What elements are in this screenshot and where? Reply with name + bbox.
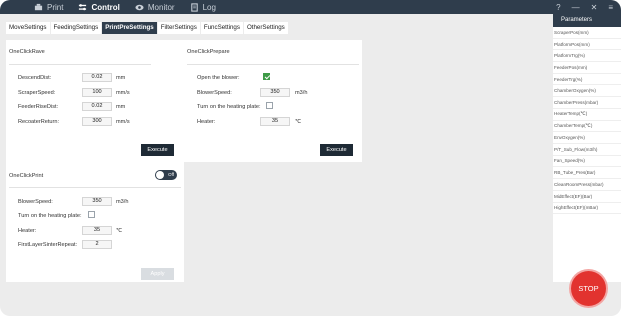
one-click-rave-title: OneClickRave [9, 49, 45, 55]
app-window: Print Control Monitor Log ? — ✕ ≡ MoveSe… [0, 0, 621, 316]
tab-print-pre-settings[interactable]: PrintPreSettings [102, 22, 157, 34]
rave-execute-button[interactable]: Execute [141, 144, 174, 156]
close-icon[interactable]: ✕ [591, 3, 598, 12]
prepare-heater-input[interactable]: 35 [260, 117, 290, 126]
divider [9, 64, 151, 65]
nav-monitor-label: Monitor [147, 2, 175, 12]
param-item: P/T_Sub_Flow(m3/h) [553, 144, 621, 156]
descend-dist-unit: mm [116, 75, 126, 81]
scraper-speed-label: ScraperSpeed: [18, 90, 56, 96]
print-blower-speed-unit: m3/h [116, 199, 129, 205]
param-item: ScraperPos(mm) [553, 27, 621, 39]
divider [9, 187, 181, 188]
param-item: ChamberOxygen(%) [553, 85, 621, 98]
nav-control-label: Control [91, 2, 120, 12]
print-heating-plate-label: Turn on the heating plate: [18, 213, 82, 219]
first-layer-sinter-repeat-label: FirstLayerSinterRepeat: [18, 242, 78, 248]
log-icon [190, 2, 198, 12]
print-heater-unit: ℃ [116, 228, 123, 234]
open-blower-checkbox[interactable] [263, 73, 270, 80]
minimize-icon[interactable]: — [572, 3, 580, 12]
prepare-heating-plate-checkbox[interactable] [266, 102, 273, 109]
print-icon [34, 3, 43, 10]
nav-print[interactable]: Print [34, 0, 63, 14]
param-item: HighEffect(EF)(mBar) [553, 203, 621, 215]
print-heating-plate-checkbox[interactable] [88, 211, 95, 218]
one-click-print-title: OneClickPrint [9, 173, 44, 179]
recoater-return-label: RecoaterReturn: [18, 119, 60, 125]
content-area: OneClickRave DescendDist: 0.02 mm Scrape… [6, 36, 549, 288]
one-click-print-toggle[interactable]: Off [155, 170, 177, 180]
tab-other-settings[interactable]: OtherSettings [243, 22, 288, 34]
prepare-blower-speed-label: BlowerSpeed: [197, 90, 232, 96]
window-controls: ? — ✕ ≡ [545, 0, 613, 14]
tab-func-settings[interactable]: FuncSettings [200, 22, 243, 34]
nav-print-label: Print [47, 2, 64, 12]
toggle-label: Off [168, 172, 174, 177]
nav-monitor[interactable]: Monitor [135, 0, 175, 14]
tab-feeding-settings[interactable]: FeedingSettings [50, 22, 102, 34]
param-item: CleanRoomPress(mbar) [553, 179, 621, 191]
nav-log-label: Log [202, 2, 216, 12]
print-blower-speed-label: BlowerSpeed: [18, 199, 53, 205]
parameters-panel: Parameters ScraperPos(mm) PlatformPos(mm… [553, 14, 621, 282]
print-blower-speed-input[interactable]: 350 [82, 197, 112, 206]
tab-filter-settings[interactable]: FilterSettings [157, 22, 200, 34]
one-click-print-panel: OneClickPrint Off BlowerSpeed: 350 m3/h … [6, 164, 184, 282]
feeder-rise-dist-input[interactable]: 0.02 [82, 102, 112, 111]
recoater-return-input[interactable]: 300 [82, 117, 112, 126]
one-click-prepare-panel: OneClickPrepare Open the blower: BlowerS… [184, 40, 362, 162]
one-click-prepare-title: OneClickPrepare [187, 49, 230, 55]
help-icon[interactable]: ? [556, 3, 560, 12]
param-item: MidEffect(EF)(Bar) [553, 191, 621, 203]
parameters-title: Parameters [553, 14, 621, 27]
nav-control[interactable]: Control [78, 0, 120, 14]
tab-move-settings[interactable]: MoveSettings [6, 22, 50, 34]
prepare-blower-speed-unit: m3/h [295, 90, 308, 96]
param-item: FeederPos(mm) [553, 62, 621, 74]
top-bar: Print Control Monitor Log ? — ✕ ≡ [0, 0, 621, 14]
param-item: ChamberTemp(℃) [553, 121, 621, 133]
param-item: FeederTrg(%) [553, 74, 621, 86]
feeder-rise-dist-unit: mm [116, 104, 126, 110]
prepare-heater-label: Heater: [197, 119, 216, 125]
prepare-heater-unit: ℃ [295, 119, 302, 125]
control-icon [79, 3, 87, 10]
scraper-speed-unit: mm/s [116, 90, 130, 96]
print-heater-label: Heater: [18, 228, 37, 234]
param-item: Fan_Speed(%) [553, 156, 621, 168]
menu-icon[interactable]: ≡ [608, 3, 613, 12]
one-click-rave-panel: OneClickRave DescendDist: 0.02 mm Scrape… [6, 40, 184, 165]
param-item: HeaterTemp(℃) [553, 109, 621, 121]
param-item: PlatformTrg(%) [553, 50, 621, 63]
prepare-blower-speed-input[interactable]: 350 [260, 88, 290, 97]
param-item: ChamberPress(mbar) [553, 97, 621, 109]
prepare-execute-button[interactable]: Execute [320, 144, 353, 156]
print-heater-input[interactable]: 35 [82, 226, 112, 235]
feeder-rise-dist-label: FeederRiseDist: [18, 104, 59, 110]
param-item: PlatformPos(mm) [553, 39, 621, 51]
nav-log[interactable]: Log [190, 0, 216, 14]
monitor-icon [135, 4, 144, 10]
recoater-return-unit: mm/s [116, 119, 130, 125]
descend-dist-label: DescendDist: [18, 75, 52, 81]
stop-button[interactable]: STOP [571, 271, 606, 306]
apply-button[interactable]: Apply [141, 268, 174, 280]
first-layer-sinter-repeat-input[interactable]: 2 [82, 240, 112, 249]
descend-dist-input[interactable]: 0.02 [82, 73, 112, 82]
prepare-heating-plate-label: Turn on the heating plate: [197, 104, 261, 110]
toggle-knob [156, 171, 164, 179]
param-item: EnvOxygen(%) [553, 132, 621, 144]
param-item: RB_Tube_Pres(Bar) [553, 167, 621, 179]
top-nav: Print Control Monitor Log [34, 0, 231, 14]
divider [187, 64, 359, 65]
scraper-speed-input[interactable]: 100 [82, 88, 112, 97]
settings-tabs: MoveSettings FeedingSettings PrintPreSet… [6, 22, 289, 34]
open-blower-label: Open the blower: [197, 75, 240, 81]
